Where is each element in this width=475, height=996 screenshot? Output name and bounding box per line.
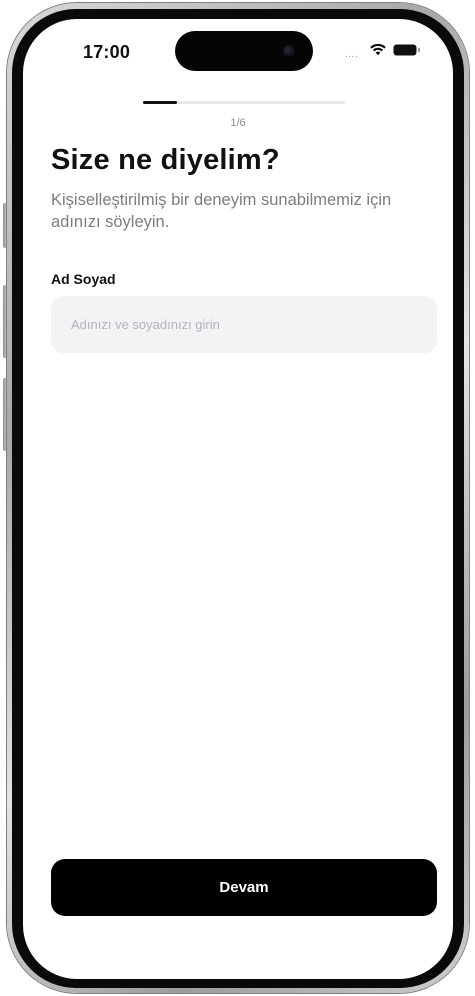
- page-title: Size ne diyelim?: [51, 144, 280, 176]
- signal-dots: ....: [345, 49, 359, 60]
- front-camera-icon: [283, 45, 295, 57]
- status-time: 17:00: [83, 42, 131, 62]
- dynamic-island: [175, 31, 313, 71]
- device-mockup: 17:00 .... 1/6 Size ne diyelim? Kişisell…: [0, 0, 475, 996]
- progress-bar: [143, 101, 345, 104]
- progress-fill: [143, 101, 177, 104]
- wifi-icon: [370, 43, 386, 56]
- continue-button[interactable]: Devam: [51, 859, 437, 916]
- battery-icon: [393, 44, 420, 56]
- page-subtitle: Kişiselleştirilmiş bir deneyim sunabilme…: [51, 191, 392, 231]
- name-field-label: Ad Soyad: [51, 271, 116, 287]
- step-counter: 1/6: [230, 117, 246, 129]
- app-screen: 17:00 .... 1/6 Size ne diyelim? Kişisell…: [23, 19, 453, 979]
- full-name-input[interactable]: [51, 296, 437, 353]
